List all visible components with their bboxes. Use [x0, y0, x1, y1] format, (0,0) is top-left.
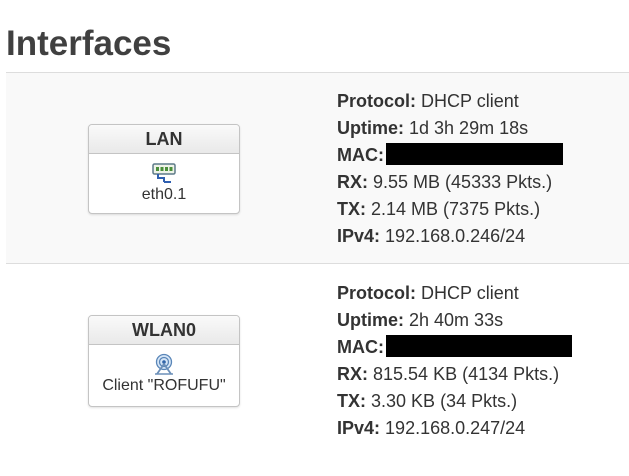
uptime-label: Uptime: [337, 118, 404, 138]
protocol-line: Protocol: DHCP client [337, 280, 572, 307]
rx-value: 815.54 KB (4134 Pkts.) [373, 364, 560, 384]
uptime-label: Uptime: [337, 310, 404, 330]
tx-line: TX: 2.14 MB (7375 Pkts.) [337, 196, 563, 223]
protocol-value: DHCP client [421, 91, 519, 111]
interface-name: WLAN0 [89, 316, 239, 345]
interface-badge-lan[interactable]: LAN eth0.1 [88, 124, 240, 214]
rx-value: 9.55 MB (45333 Pkts.) [373, 172, 553, 192]
ipv4-line: IPv4: 192.168.0.247/24 [337, 415, 572, 442]
interface-device: eth0.1 [141, 186, 187, 203]
tx-label: TX: [337, 391, 366, 411]
ipv4-value: 192.168.0.246/24 [385, 226, 526, 246]
tx-label: TX: [337, 199, 366, 219]
mac-line: MAC: [337, 142, 563, 169]
tx-value: 3.30 KB (34 Pkts.) [371, 391, 518, 411]
interface-status-lan: Protocol: DHCP client Uptime: 1d 3h 29m … [337, 88, 563, 250]
uptime-line: Uptime: 2h 40m 33s [337, 307, 572, 334]
interface-device: Client "ROFUFU" [102, 377, 226, 394]
interface-badge-wlan0[interactable]: WLAN0 Client "ROFUFU" [88, 315, 240, 407]
protocol-value: DHCP client [421, 283, 519, 303]
mac-label: MAC: [337, 337, 384, 357]
uptime-value: 1d 3h 29m 18s [409, 118, 529, 138]
ethernet-port-icon [152, 163, 176, 183]
wifi-signal-icon [155, 353, 173, 375]
ipv4-label: IPv4: [337, 226, 381, 246]
rx-line: RX: 815.54 KB (4134 Pkts.) [337, 361, 572, 388]
rx-label: RX: [337, 172, 368, 192]
uptime-line: Uptime: 1d 3h 29m 18s [337, 115, 563, 142]
mac-redaction [386, 335, 572, 357]
protocol-label: Protocol: [337, 91, 416, 111]
ipv4-value: 192.168.0.247/24 [385, 418, 526, 438]
page-title: Interfaces [6, 24, 172, 63]
mac-label: MAC: [337, 145, 384, 165]
ipv4-line: IPv4: 192.168.0.246/24 [337, 223, 563, 250]
protocol-label: Protocol: [337, 283, 416, 303]
interfaces-page: Interfaces LAN eth0.1 Protocol: DHCP cli… [0, 0, 629, 476]
protocol-line: Protocol: DHCP client [337, 88, 563, 115]
interface-row-wlan0: WLAN0 Client "ROFUFU" Protocol: DHCP cli… [6, 263, 629, 464]
mac-redaction [386, 143, 563, 165]
rx-label: RX: [337, 364, 368, 384]
uptime-value: 2h 40m 33s [409, 310, 504, 330]
tx-line: TX: 3.30 KB (34 Pkts.) [337, 388, 572, 415]
rx-line: RX: 9.55 MB (45333 Pkts.) [337, 169, 563, 196]
interface-row-lan: LAN eth0.1 Protocol: DHCP client Uptime:… [6, 72, 629, 264]
ipv4-label: IPv4: [337, 418, 381, 438]
tx-value: 2.14 MB (7375 Pkts.) [371, 199, 541, 219]
interface-name: LAN [89, 125, 239, 154]
interface-status-wlan0: Protocol: DHCP client Uptime: 2h 40m 33s… [337, 280, 572, 442]
mac-line: MAC: [337, 334, 572, 361]
